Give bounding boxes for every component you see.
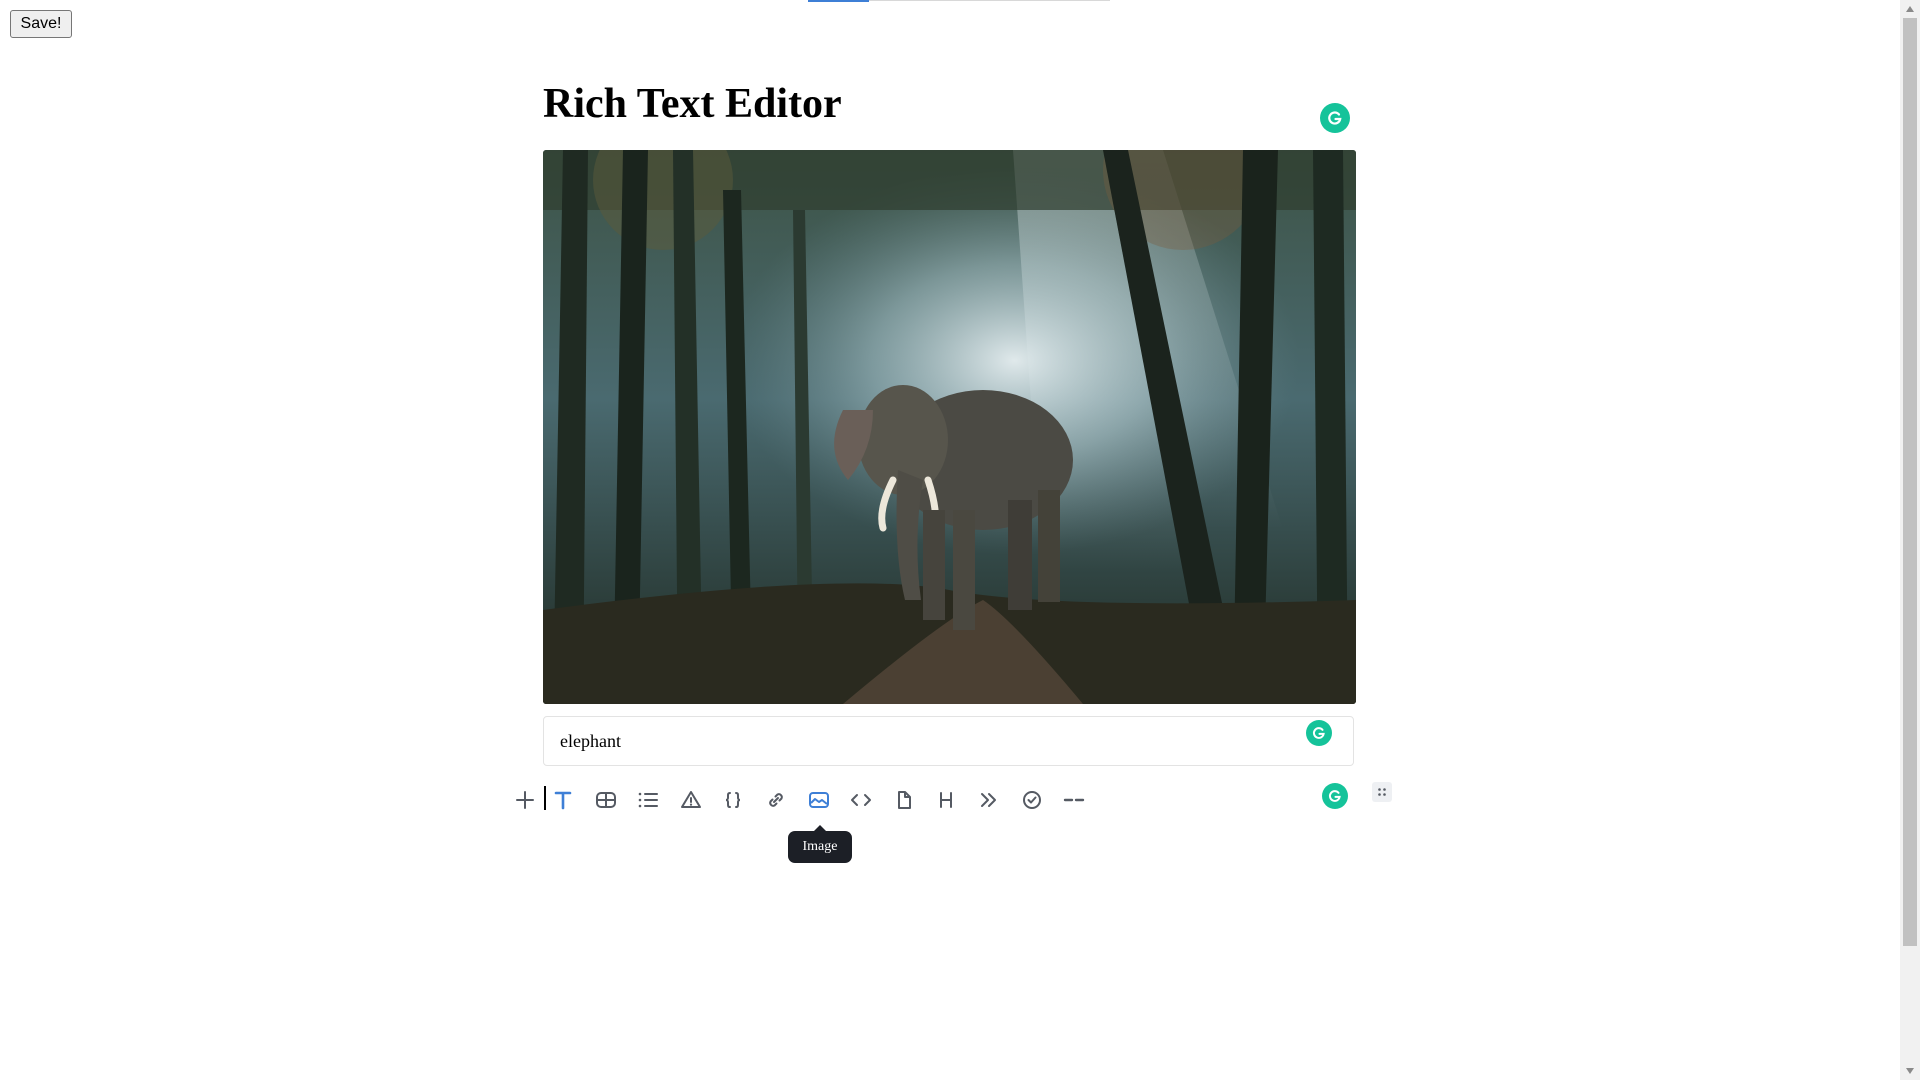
scrollbar-thumb[interactable] <box>1903 18 1917 946</box>
grammarly-icon[interactable] <box>1320 103 1350 133</box>
top-tab-active-indicator <box>808 0 869 2</box>
caption-text: elephant <box>560 730 621 751</box>
quote-icon[interactable] <box>969 780 1009 820</box>
text-icon[interactable] <box>543 780 583 820</box>
checklist-icon[interactable] <box>1012 780 1052 820</box>
image-icon[interactable] <box>799 780 839 820</box>
file-icon[interactable] <box>884 780 924 820</box>
grammarly-icon[interactable] <box>1306 720 1332 746</box>
image-caption-input[interactable]: elephant <box>543 716 1354 766</box>
scroll-down-icon[interactable] <box>1900 1062 1920 1080</box>
page-title[interactable]: Rich Text Editor <box>543 80 842 128</box>
text-cursor <box>544 786 546 810</box>
drag-handle-icon[interactable] <box>1372 782 1392 802</box>
scroll-up-icon[interactable] <box>1900 0 1920 18</box>
grammarly-icon[interactable] <box>1322 783 1348 809</box>
warning-icon[interactable] <box>671 780 711 820</box>
braces-icon[interactable] <box>713 780 753 820</box>
image-tooltip: Image <box>788 825 852 863</box>
delimiter-icon[interactable] <box>1054 780 1094 820</box>
save-button[interactable]: Save! <box>10 10 72 38</box>
list-icon[interactable] <box>628 780 668 820</box>
code-icon[interactable] <box>841 780 881 820</box>
table-icon[interactable] <box>586 780 626 820</box>
vertical-scrollbar[interactable] <box>1900 0 1920 1080</box>
plus-icon[interactable] <box>505 780 545 820</box>
link-icon[interactable] <box>756 780 796 820</box>
heading-icon[interactable] <box>926 780 966 820</box>
elephant-image[interactable] <box>543 150 1356 704</box>
